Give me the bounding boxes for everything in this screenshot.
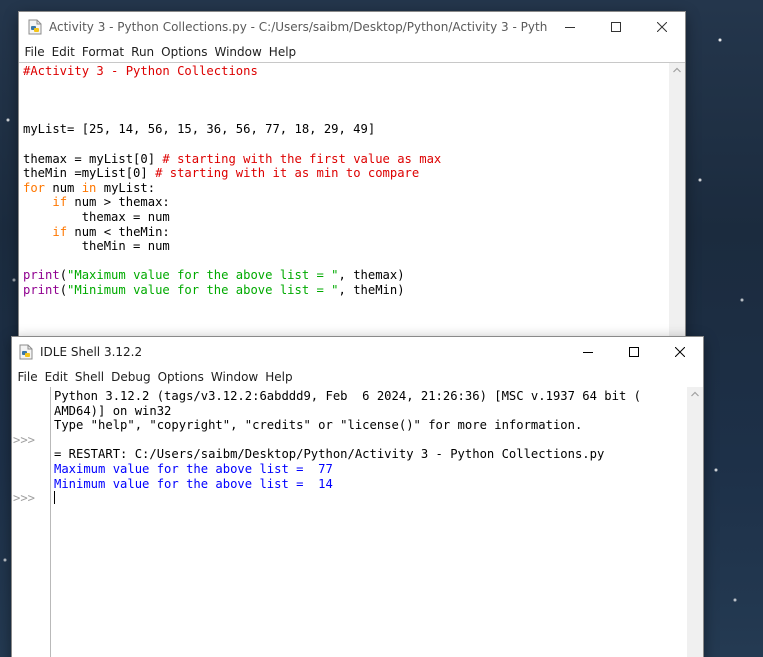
shell-prompt: >>>	[13, 491, 36, 505]
banner-line-3: Type "help", "copyright", "credits" or "…	[54, 418, 583, 433]
comment-themax: # starting with the first value as max	[162, 151, 442, 166]
close-icon	[657, 22, 667, 32]
menu-debug[interactable]: Debug	[108, 370, 154, 384]
prompt-gutter: >>> >>>	[12, 387, 51, 657]
code-line-mylist: myList= [25, 14, 56, 15, 36, 56, 77, 18,…	[23, 122, 376, 137]
menu-window[interactable]: Window	[211, 45, 265, 59]
menu-shell[interactable]: Shell	[71, 370, 107, 384]
menu-run[interactable]: Run	[128, 45, 158, 59]
editor-titlebar[interactable]: Activity 3 - Python Collections.py - C:/…	[19, 12, 685, 42]
maximize-icon	[611, 22, 621, 32]
output-max: Maximum value for the above list = 77	[54, 461, 333, 476]
keyword-if-max: if	[52, 195, 68, 210]
code-print2-end: , theMin)	[338, 282, 405, 297]
shell-titlebar[interactable]: IDLE Shell 3.12.2	[12, 337, 703, 367]
maximize-button[interactable]	[593, 12, 639, 42]
shell-output[interactable]: >>> >>> Python 3.12.2 (tags/v3.12.2:6abd…	[12, 387, 687, 657]
window-title: Activity 3 - Python Collections.py - C:/…	[49, 20, 547, 34]
shell-prompt: >>>	[13, 433, 36, 447]
window-title: IDLE Shell 3.12.2	[40, 345, 143, 359]
code-assign-max: themax = num	[23, 209, 170, 224]
code-if-max-cond: num > themax:	[67, 195, 170, 210]
editor-scrollbar[interactable]	[669, 62, 685, 342]
menu-format[interactable]: Format	[78, 45, 127, 59]
code-themin: theMin =myList[0]	[23, 166, 156, 181]
maximize-icon	[629, 347, 639, 357]
minimize-icon	[565, 27, 575, 28]
menu-options[interactable]: Options	[154, 370, 207, 384]
chevron-up-icon	[691, 391, 699, 397]
minimize-icon	[583, 352, 593, 353]
menu-help[interactable]: Help	[262, 370, 296, 384]
code-editor[interactable]: #Activity 3 - Python Collections myList=…	[19, 62, 669, 342]
text-cursor	[54, 491, 55, 505]
code-for-iter: myList:	[96, 180, 156, 195]
close-icon	[675, 347, 685, 357]
code-for-var: num	[45, 180, 82, 195]
chevron-up-icon	[673, 67, 681, 73]
code-print2-open: (	[59, 282, 68, 297]
comment-themin: # starting with it as min to compare	[155, 166, 420, 181]
builtin-print-1: print	[23, 268, 60, 283]
shell-window: IDLE Shell 3.12.2 File Edit Shell Debug …	[12, 337, 703, 657]
menu-file[interactable]: File	[21, 45, 48, 59]
menu-options[interactable]: Options	[158, 45, 211, 59]
menu-edit[interactable]: Edit	[41, 370, 71, 384]
menu-help[interactable]: Help	[265, 45, 299, 59]
close-button[interactable]	[657, 337, 703, 367]
menu-file[interactable]: File	[14, 370, 41, 384]
restart-line: = RESTART: C:/Users/saibm/Desktop/Python…	[54, 447, 605, 462]
code-themax: themax = myList[0]	[23, 151, 163, 166]
menu-edit[interactable]: Edit	[48, 45, 78, 59]
python-file-icon	[18, 344, 34, 360]
builtin-print-2: print	[23, 282, 60, 297]
string-max: "Maximum value for the above list = "	[67, 268, 339, 283]
minimize-button[interactable]	[565, 337, 611, 367]
code-print1-end: , themax)	[338, 268, 405, 283]
output-min: Minimum value for the above list = 14	[54, 476, 333, 491]
shell-menubar: File Edit Shell Debug Options Window Hel…	[12, 367, 703, 387]
editor-window: Activity 3 - Python Collections.py - C:/…	[19, 12, 685, 342]
shell-text: Python 3.12.2 (tags/v3.12.2:6abddd9, Feb…	[54, 389, 687, 506]
keyword-in: in	[81, 180, 97, 195]
editor-menubar: File Edit Format Run Options Window Help	[19, 42, 685, 62]
menu-window[interactable]: Window	[207, 370, 261, 384]
string-min: "Minimum value for the above list = "	[67, 282, 339, 297]
python-file-icon	[27, 19, 43, 35]
code-print1-open: (	[59, 268, 68, 283]
banner-line-2: AMD64)] on win32	[54, 403, 172, 418]
minimize-button[interactable]	[547, 12, 593, 42]
code-if-min-cond: num < theMin:	[67, 224, 170, 239]
shell-scrollbar[interactable]	[687, 387, 703, 657]
keyword-if-min: if	[52, 224, 68, 239]
keyword-for: for	[23, 180, 46, 195]
header-comment: #Activity 3 - Python Collections	[23, 64, 258, 78]
maximize-button[interactable]	[611, 337, 657, 367]
close-button[interactable]	[639, 12, 685, 42]
banner-line-1: Python 3.12.2 (tags/v3.12.2:6abddd9, Feb…	[54, 389, 641, 403]
code-assign-min: theMin = num	[23, 239, 170, 254]
